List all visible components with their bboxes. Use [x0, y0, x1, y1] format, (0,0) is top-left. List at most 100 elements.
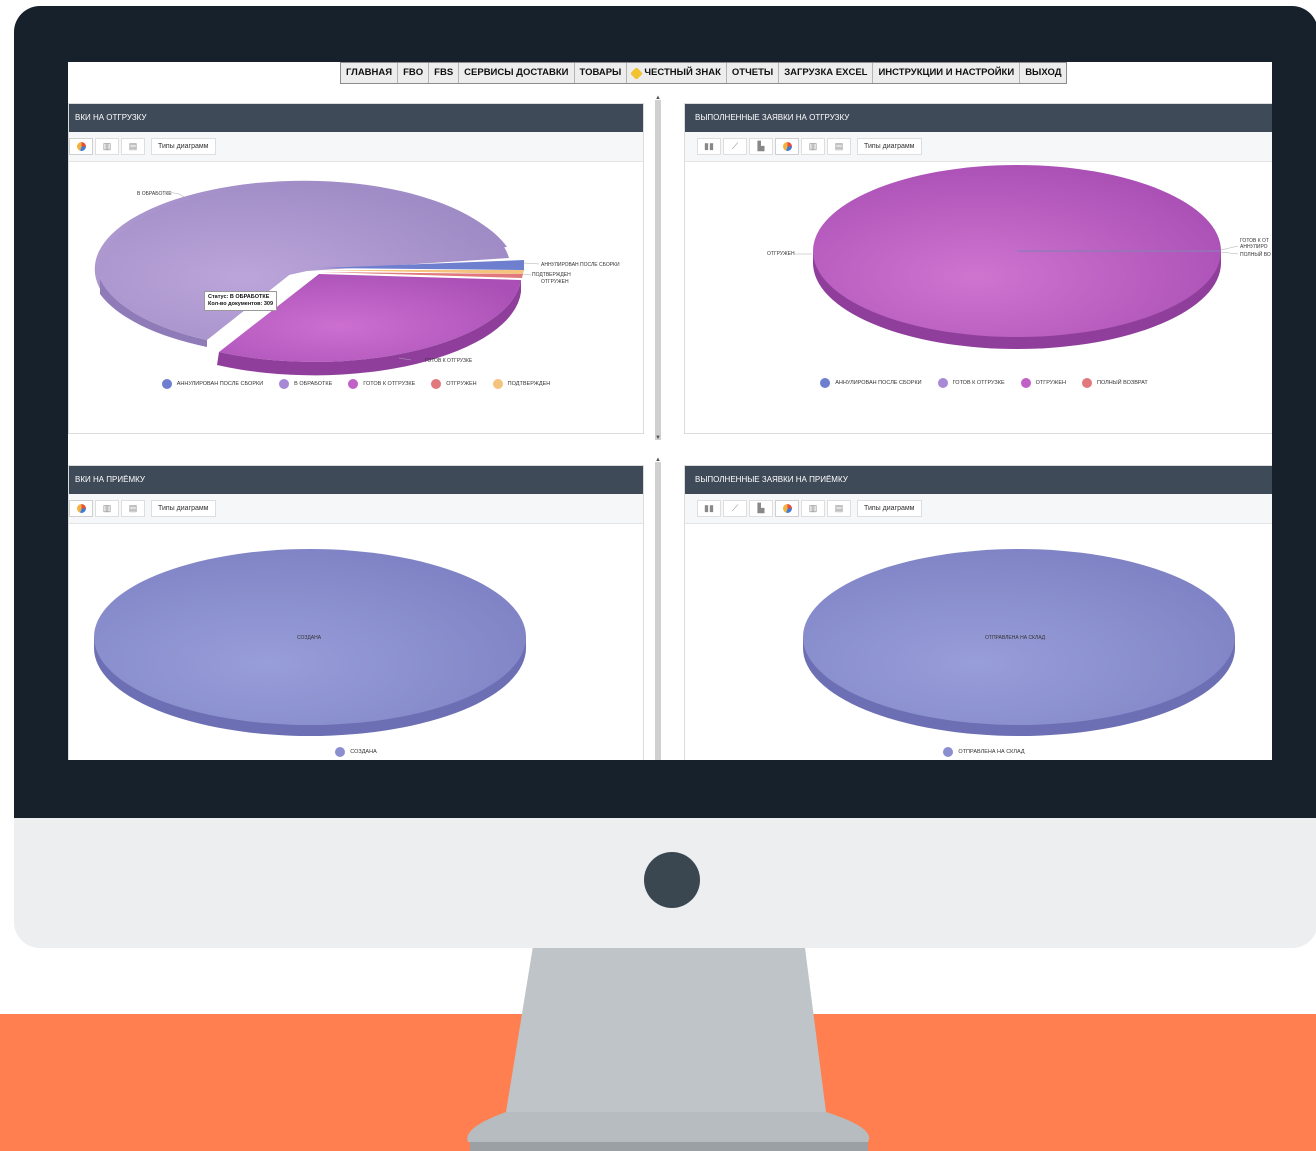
stacked-bar-type-button[interactable]: ▥ [801, 138, 825, 155]
pie-chart-icon [76, 142, 86, 151]
legend-pie-icon [1082, 378, 1093, 388]
chart-types-button[interactable]: Типы диаграмм [151, 500, 216, 517]
chart-legend: ОТПРАВЛЕНА НА СКЛАД [685, 747, 1272, 757]
chart-legend: АННУЛИРОВАН ПОСЛЕ СБОРКИ В ОБРАБОТКЕ ГОТ… [69, 379, 643, 389]
nav-item-reports[interactable]: ОТЧЕТЫ [727, 63, 780, 83]
bar-chart-type-button[interactable]: ▮▮ [697, 138, 721, 155]
label-cancelled-after-assembly: АННУЛИРОВАН ПОСЛЕ СБОРКИ [541, 262, 620, 268]
nav-item-excel-upload[interactable]: ЗАГРУЗКА EXCEL [779, 63, 874, 83]
legend-pie-icon [161, 379, 172, 389]
legend-pie-icon [937, 378, 948, 388]
bar-chart-type-button[interactable]: ▮▮ [697, 500, 721, 517]
nav-item-fbo[interactable]: FBO [398, 63, 430, 83]
chart-legend: АННУЛИРОВАН ПОСЛЕ СБОРКИ ГОТОВ К ОТГРУЗК… [685, 378, 1272, 388]
chart-types-button[interactable]: Типы диаграмм [857, 138, 922, 155]
chart-toolbar: ▮▮ ⟋ ▙ ▥ ▤ Типы диаграмм [685, 132, 1272, 162]
legend-pie-icon [820, 378, 831, 388]
legend-pie-icon [348, 379, 359, 389]
nav-item-fbs[interactable]: FBS [429, 63, 460, 83]
stacked-bar-type-button[interactable]: ▥ [95, 500, 119, 517]
tooltip-status: Статус: В ОБРАБОТКЕ [208, 294, 270, 300]
legend-item-cancelled[interactable]: АННУЛИРОВАН ПОСЛЕ СБОРКИ [820, 378, 922, 388]
legend-pie-icon [279, 379, 290, 389]
legend-pie-icon [943, 747, 954, 757]
scrollbar-top[interactable] [655, 100, 661, 440]
stacked-area-type-button[interactable]: ▤ [121, 500, 145, 517]
panel-title: ВКИ НА ПРИЁМКУ [69, 466, 643, 494]
legend-item-created[interactable]: СОЗДАНА [335, 747, 377, 757]
pie-chart-receipt: СОЗДАНА [94, 549, 526, 736]
pie-chart-icon [76, 504, 86, 513]
panel-completed-shipment: ВЫПОЛНЕННЫЕ ЗАЯВКИ НА ОТГРУЗКУ ▮▮ ⟋ ▙ ▥ … [684, 103, 1272, 434]
panel-title: ВЫПОЛНЕННЫЕ ЗАЯВКИ НА ОТГРУЗКУ [685, 104, 1272, 132]
label-in-processing: В ОБРАБОТКЕ [137, 191, 172, 197]
stage: ГЛАВНАЯ FBO FBS СЕРВИСЫ ДОСТАВКИ ТОВАРЫ … [0, 0, 1316, 1151]
top-navigation: ГЛАВНАЯ FBO FBS СЕРВИСЫ ДОСТАВКИ ТОВАРЫ … [340, 62, 1068, 84]
stacked-area-type-button[interactable]: ▤ [827, 138, 851, 155]
pie-chart-type-button[interactable] [69, 500, 93, 517]
legend-item-confirmed[interactable]: ПОДТВЕРЖДЕН [492, 379, 550, 389]
scrollbar-bottom[interactable] [655, 462, 661, 760]
label-shipped: ОТГРУЖЕН [541, 279, 569, 285]
legend-pie-icon [335, 747, 346, 757]
label-sent-to-warehouse: ОТПРАВЛЕНА НА СКЛАД [985, 635, 1046, 641]
legend-item-sent-to-warehouse[interactable]: ОТПРАВЛЕНА НА СКЛАД [943, 747, 1025, 757]
pie-chart-shipment: В ОБРАБОТКЕ АННУЛИРОВАН ПОСЛЕ СБОРКИ ПОД… [94, 180, 620, 376]
scroll-down-icon[interactable]: ▼ [654, 434, 662, 442]
panel-title: ВКИ НА ОТГРУЗКУ [69, 104, 643, 132]
pie-chart-icon [782, 142, 792, 151]
line-chart-type-button[interactable]: ⟋ [723, 138, 747, 155]
screen: ГЛАВНАЯ FBO FBS СЕРВИСЫ ДОСТАВКИ ТОВАРЫ … [68, 62, 1272, 760]
chart-area: ОТПРАВЛЕНА НА СКЛАД ОТПРАВЛЕНА НА СКЛАД [685, 524, 1272, 760]
chart-legend: СОЗДАНА [69, 747, 643, 757]
legend-item-cancelled[interactable]: АННУЛИРОВАН ПОСЛЕ СБОРКИ [161, 379, 263, 389]
chart-tooltip: Статус: В ОБРАБОТКЕ Кол-во документов: 3… [204, 291, 278, 311]
nav-item-logout[interactable]: ВЫХОД [1020, 63, 1066, 83]
chart-toolbar: ▮▮ ⟋ ▙ ▥ ▤ Типы диаграмм [685, 494, 1272, 524]
pie-chart-completed-shipment: ОТГРУЖЕН ГОТОВ К ОТ АННУЛИРО ПОЛНЫЙ ВО [767, 165, 1271, 349]
legend-item-shipped[interactable]: ОТГРУЖЕН [1020, 378, 1066, 388]
stacked-area-type-button[interactable]: ▤ [121, 138, 145, 155]
area-chart-type-button[interactable]: ▙ [749, 500, 773, 517]
chart-area: СОЗДАНА СОЗДАНА [69, 524, 643, 760]
label-created: СОЗДАНА [297, 635, 322, 641]
legend-item-shipped[interactable]: ОТГРУЖЕН [431, 379, 477, 389]
label-shipped: ОТГРУЖЕН [767, 251, 795, 257]
scroll-up-icon-2[interactable]: ▲ [654, 456, 662, 464]
chart-types-button[interactable]: Типы диаграмм [857, 500, 922, 517]
panel-shipment-requests: ВКИ НА ОТГРУЗКУ ▥ ▤ Типы диаграмм В ОБРА… [68, 103, 644, 434]
nav-item-honest-sign[interactable]: ЧЕСТНЫЙ ЗНАК [627, 63, 727, 83]
chart-toolbar: ▥ ▤ Типы диаграмм [69, 132, 643, 162]
legend-pie-icon [492, 379, 503, 389]
label-full-return: ПОЛНЫЙ ВО [1240, 250, 1271, 258]
pie-chart-type-button[interactable] [775, 500, 799, 517]
panel-title: ВЫПОЛНЕННЫЕ ЗАЯВКИ НА ПРИЁМКУ [685, 466, 1272, 494]
pie-chart-type-button[interactable] [69, 138, 93, 155]
nav-item-instructions-settings[interactable]: ИНСТРУКЦИИ И НАСТРОЙКИ [873, 63, 1021, 83]
stacked-area-type-button[interactable]: ▤ [827, 500, 851, 517]
legend-pie-icon [1020, 378, 1031, 388]
legend-item-in-processing[interactable]: В ОБРАБОТКЕ [279, 379, 332, 389]
nav-item-products[interactable]: ТОВАРЫ [575, 63, 628, 83]
nav-item-delivery-services[interactable]: СЕРВИСЫ ДОСТАВКИ [459, 63, 575, 83]
line-chart-type-button[interactable]: ⟋ [723, 500, 747, 517]
panel-completed-receipt: ВЫПОЛНЕННЫЕ ЗАЯВКИ НА ПРИЁМКУ ▮▮ ⟋ ▙ ▥ ▤… [684, 465, 1272, 760]
legend-item-ready[interactable]: ГОТОВ К ОТГРУЗКЕ [937, 378, 1005, 388]
tooltip-count: Кол-во документов: 309 [208, 301, 274, 307]
pie-chart-type-button[interactable] [775, 138, 799, 155]
stacked-bar-type-button[interactable]: ▥ [801, 500, 825, 517]
stacked-bar-type-button[interactable]: ▥ [95, 138, 119, 155]
power-button-icon [644, 852, 700, 908]
chart-area: ОТГРУЖЕН ГОТОВ К ОТ АННУЛИРО ПОЛНЫЙ ВО А… [685, 162, 1272, 433]
scroll-up-icon[interactable]: ▲ [654, 94, 662, 102]
legend-item-ready[interactable]: ГОТОВ К ОТГРУЗКЕ [348, 379, 415, 389]
label-ready-to-ship: ГОТОВ К ОТГРУЗКЕ [425, 358, 473, 364]
chart-toolbar: ▥ ▤ Типы диаграмм [69, 494, 643, 524]
pie-chart-icon [782, 504, 792, 513]
area-chart-type-button[interactable]: ▙ [749, 138, 773, 155]
label-confirmed: ПОДТВЕРЖДЕН [532, 272, 571, 278]
panel-receipt-requests: ВКИ НА ПРИЁМКУ ▥ ▤ Типы диаграмм СОЗДАНА… [68, 465, 644, 760]
nav-item-main[interactable]: ГЛАВНАЯ [341, 63, 399, 83]
chart-types-button[interactable]: Типы диаграмм [151, 138, 216, 155]
legend-item-full-return[interactable]: ПОЛНЫЙ ВОЗВРАТ [1082, 378, 1148, 388]
